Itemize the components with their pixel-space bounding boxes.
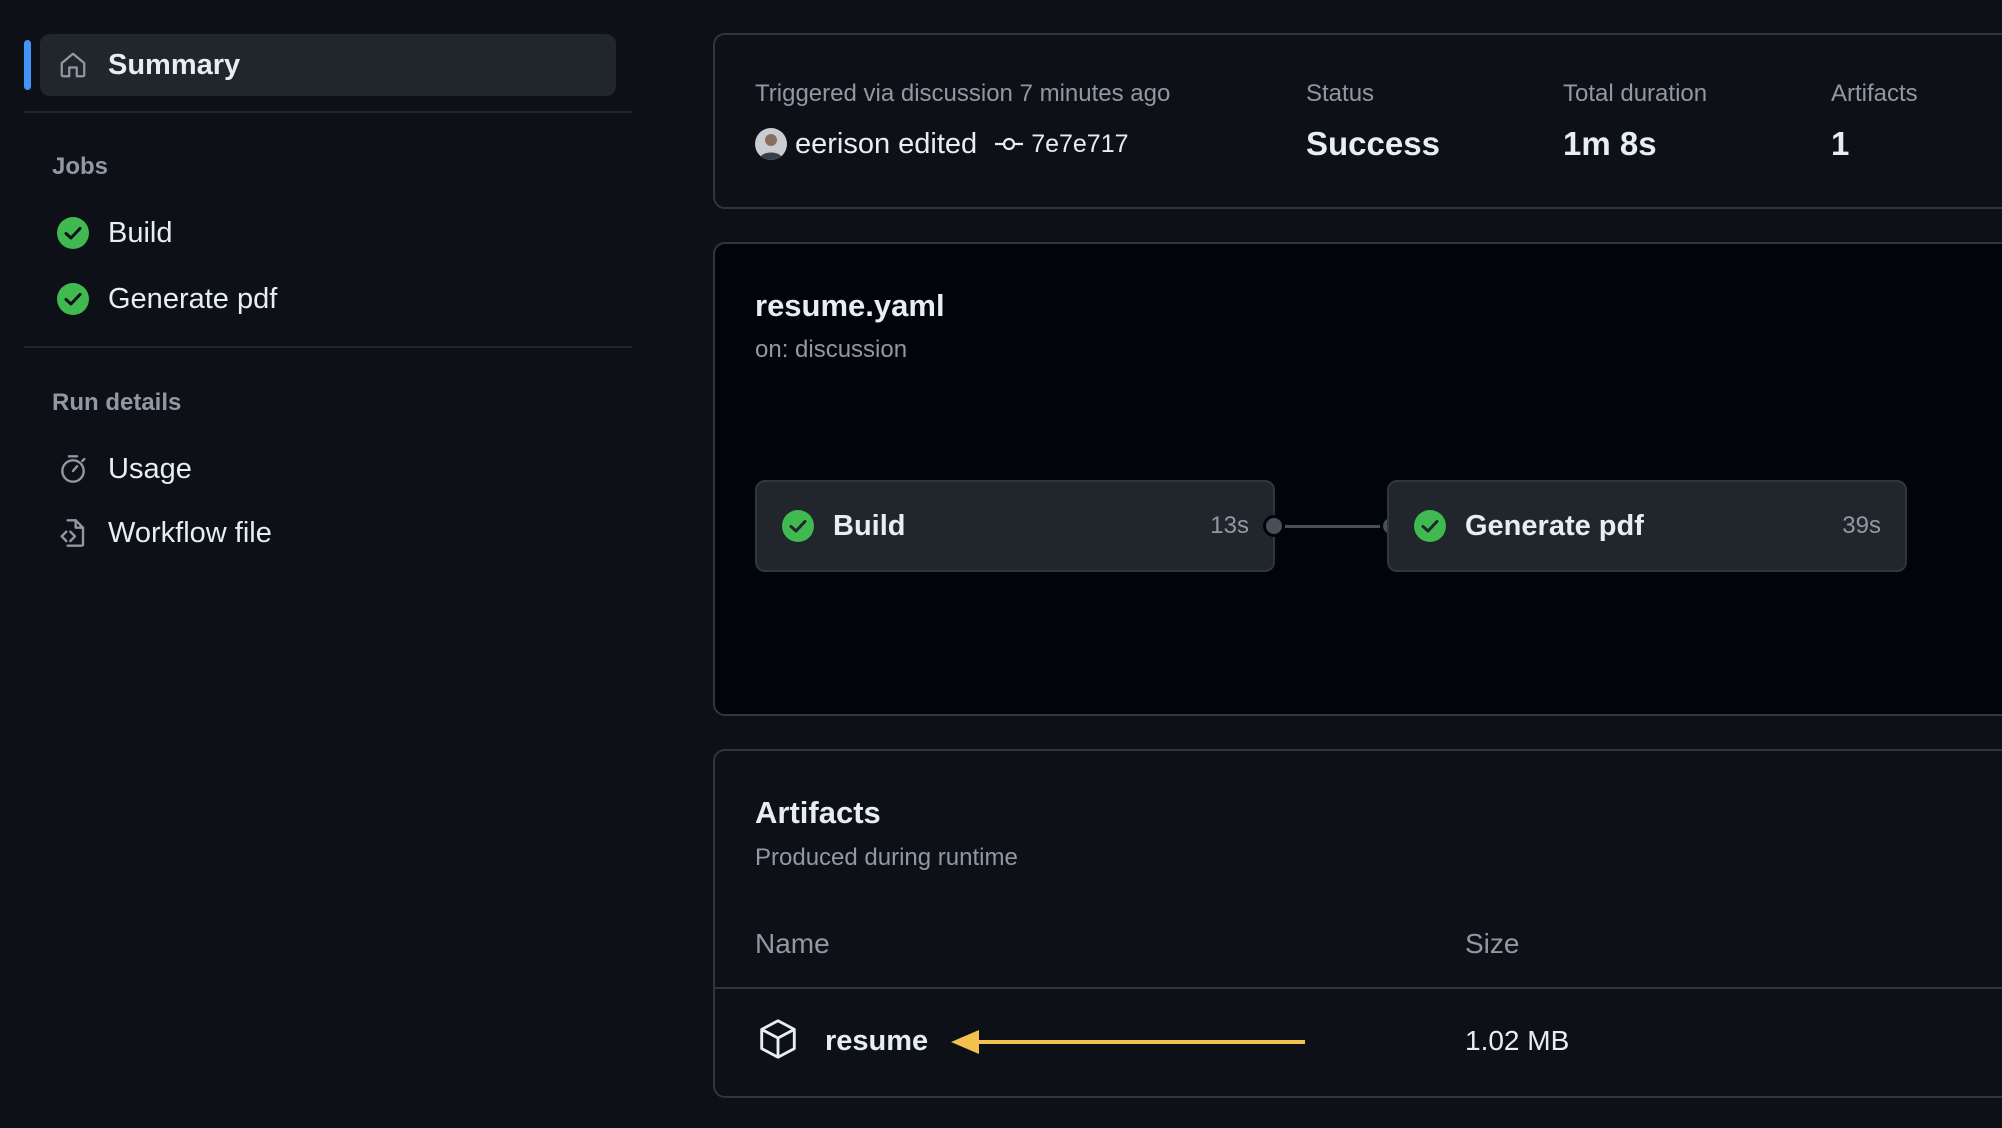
check-circle-icon — [1413, 509, 1447, 543]
job-duration: 39s — [1842, 512, 1881, 539]
table-row: resume 1.02 MB — [715, 989, 2002, 1095]
jobs-heading: Jobs — [52, 153, 109, 180]
stopwatch-icon — [56, 452, 90, 486]
sidebar-item-generate-pdf[interactable]: Generate pdf — [40, 268, 616, 330]
workflow-file-name[interactable]: resume.yaml — [755, 288, 945, 324]
duration-value: 1m 8s — [1563, 125, 1657, 162]
sidebar-item-summary[interactable]: Summary — [40, 34, 616, 96]
artifacts-subtitle: Produced during runtime — [755, 844, 1018, 871]
home-icon — [56, 48, 90, 82]
column-header-size: Size — [1465, 928, 1520, 959]
job-connector-dot — [1263, 515, 1285, 537]
job-connector-line — [1275, 525, 1393, 528]
sidebar-item-label: Summary — [108, 48, 241, 81]
active-indicator — [24, 40, 31, 90]
sidebar-item-label: Workflow file — [108, 516, 272, 549]
artifact-size: 1.02 MB — [1465, 1025, 1570, 1056]
actor-text[interactable]: eerison edited — [795, 128, 977, 161]
file-code-icon — [56, 516, 90, 550]
artifacts-count-value: 1 — [1831, 125, 1850, 162]
sidebar-item-workflow-file[interactable]: Workflow file — [40, 502, 616, 564]
status-label: Status — [1306, 80, 1375, 107]
sidebar-item-label: Usage — [108, 452, 192, 485]
job-duration: 13s — [1210, 512, 1249, 539]
job-name: Generate pdf — [1465, 509, 1644, 542]
avatar[interactable] — [755, 128, 787, 160]
git-commit-icon — [995, 134, 1024, 154]
artifacts-count-label: Artifacts — [1831, 80, 1918, 107]
commit-sha-link[interactable]: 7e7e717 — [1031, 130, 1128, 159]
run-summary-card: Triggered via discussion 7 minutes ago e… — [713, 33, 2002, 209]
run-details-heading: Run details — [52, 389, 182, 416]
sidebar-item-build[interactable]: Build — [40, 202, 616, 264]
duration-label: Total duration — [1563, 80, 1708, 107]
check-circle-icon — [56, 216, 90, 250]
sidebar: Summary Jobs Build Generate pdf Run deta… — [0, 0, 640, 1128]
sidebar-item-label: Build — [108, 216, 173, 249]
job-node-generate-pdf[interactable]: Generate pdf 39s — [1387, 480, 1907, 572]
workflow-graph-card: resume.yaml on: discussion Build 13s Gen… — [713, 242, 2002, 716]
workflow-trigger: on: discussion — [755, 336, 908, 363]
sidebar-divider — [24, 346, 632, 348]
check-circle-icon — [56, 282, 90, 316]
package-icon — [755, 1015, 801, 1063]
trigger-text: Triggered via discussion 7 minutes ago — [755, 80, 1171, 107]
annotation-arrow — [951, 1027, 1307, 1057]
sidebar-item-usage[interactable]: Usage — [40, 438, 616, 500]
job-name: Build — [833, 509, 906, 542]
artifact-download-link[interactable]: resume — [825, 1025, 928, 1058]
column-header-name: Name — [755, 928, 830, 959]
actor-row: eerison edited 7e7e717 — [755, 125, 1129, 163]
sidebar-item-label: Generate pdf — [108, 282, 278, 315]
artifacts-card: Artifacts Produced during runtime Name S… — [713, 749, 2002, 1098]
job-node-build[interactable]: Build 13s — [755, 480, 1275, 572]
artifacts-title: Artifacts — [755, 795, 881, 830]
check-circle-icon — [781, 509, 815, 543]
sidebar-divider — [24, 111, 632, 113]
status-value: Success — [1306, 125, 1440, 162]
